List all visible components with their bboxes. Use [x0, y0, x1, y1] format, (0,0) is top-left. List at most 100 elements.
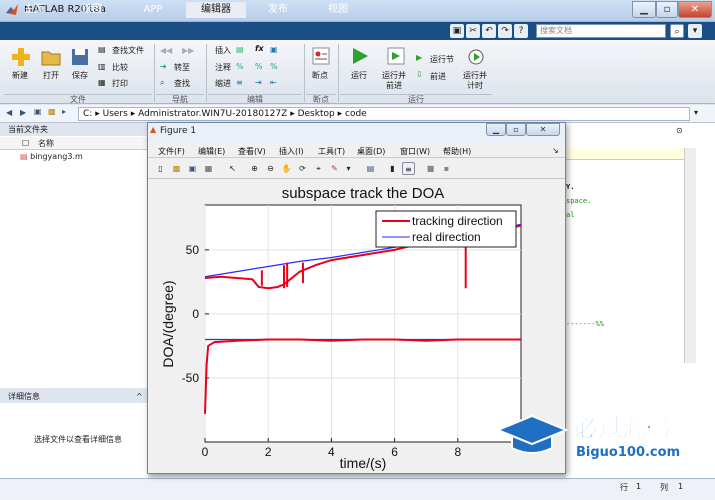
code-line[interactable]: al	[566, 211, 574, 219]
options-icon[interactable]: ▾	[688, 24, 702, 38]
run-section-icon[interactable]: ▶	[416, 53, 422, 62]
rotate-icon[interactable]: ⟳	[296, 162, 309, 175]
tab-apps[interactable]: APP	[124, 2, 182, 18]
tab-home[interactable]: 主页	[8, 2, 60, 18]
figure-maximize-button[interactable]: ▫	[506, 123, 526, 136]
comment-icon[interactable]: %	[236, 62, 244, 71]
forward-icon[interactable]: ▶	[20, 108, 26, 117]
forward-nav-icon[interactable]: ▶▶	[182, 46, 194, 55]
save-figure-icon[interactable]: ▣	[186, 162, 199, 175]
figure-menu-desktop[interactable]: 桌面(D)	[357, 146, 385, 157]
comment-button[interactable]: 注释	[215, 62, 231, 73]
code-line[interactable]: space.	[566, 197, 591, 205]
new-icon[interactable]	[10, 46, 32, 68]
up-folder-icon[interactable]: ▣	[34, 107, 42, 116]
hide-tools-icon[interactable]: ■	[424, 162, 437, 175]
code-line[interactable]: -------%%	[566, 320, 604, 328]
insert-icon[interactable]: ▤	[236, 45, 244, 54]
pan-icon[interactable]: ✋	[280, 162, 293, 175]
figure-menu-insert[interactable]: 插入(I)	[279, 146, 304, 157]
compare-button[interactable]: 比较	[112, 62, 128, 73]
help-icon[interactable]: ?	[514, 24, 528, 38]
figure-menu-window[interactable]: 窗口(W)	[400, 146, 430, 157]
run-advance-label-2[interactable]: 前进	[386, 80, 402, 91]
open-folder-icon[interactable]	[40, 46, 62, 68]
panel-options-icon[interactable]: ⊙	[676, 126, 683, 135]
close-button[interactable]: ✕	[678, 1, 712, 18]
wrap-comment-icon[interactable]: %	[270, 62, 278, 71]
path-segment[interactable]: C:	[83, 109, 92, 119]
expand-icon[interactable]: ^	[136, 392, 143, 401]
print-icon[interactable]: ▦	[98, 78, 106, 87]
back-icon[interactable]: ◀	[6, 108, 12, 117]
fx-icon[interactable]: fx	[255, 44, 264, 53]
legend-icon[interactable]: ≡	[402, 162, 415, 175]
new-button[interactable]: 新建	[12, 70, 28, 81]
advance-icon[interactable]: ⇩	[416, 70, 423, 79]
legend[interactable]: tracking direction real direction	[375, 210, 517, 248]
insert-button[interactable]: 插入	[215, 45, 231, 56]
goto-icon[interactable]: ➜	[160, 62, 167, 71]
redo-icon[interactable]: ↷	[498, 24, 512, 38]
open-button[interactable]: 打开	[43, 70, 59, 81]
advance-button[interactable]: 前进	[430, 71, 446, 82]
find-files-icon[interactable]: ▤	[98, 45, 106, 54]
tab-plots[interactable]: 绘图	[64, 2, 120, 18]
cut-icon[interactable]: ✂	[466, 24, 480, 38]
open-file-icon[interactable]: ▩	[170, 162, 183, 175]
minimize-button[interactable]: ▁	[632, 1, 656, 18]
path-dropdown-icon[interactable]: ▾	[694, 108, 698, 117]
find-button[interactable]: 查找	[174, 78, 190, 89]
breakpoints-icon[interactable]	[311, 46, 331, 66]
indent-button[interactable]: 缩进	[215, 78, 231, 89]
run-time-label-2[interactable]: 计时	[467, 80, 483, 91]
figure-menu-file[interactable]: 文件(F)	[158, 146, 185, 157]
tab-publish[interactable]: 发布	[250, 2, 306, 18]
print-button[interactable]: 打印	[112, 78, 128, 89]
figure-close-button[interactable]: ✕	[526, 123, 560, 136]
figure-menu-edit[interactable]: 编辑(E)	[198, 146, 225, 157]
search-icon[interactable]: ⌕	[670, 24, 684, 38]
path-segment[interactable]: Desktop	[298, 109, 335, 119]
path-segment[interactable]: Administrator.WIN7U-20180127Z	[138, 109, 287, 119]
uncomment-icon[interactable]: %	[255, 62, 263, 71]
back-nav-icon[interactable]: ◀◀	[160, 46, 172, 55]
save-icon[interactable]	[69, 46, 91, 68]
file-list-item[interactable]: ▤ bingyang3.m	[20, 152, 83, 161]
browse-folder-icon[interactable]: ▩	[48, 107, 56, 116]
current-folder-path[interactable]: C: ▸ Users ▸ Administrator.WIN7U-2018012…	[78, 107, 690, 121]
new-figure-icon[interactable]: ▯	[154, 162, 167, 175]
folder-icon[interactable]: ▸	[62, 107, 66, 116]
path-segment[interactable]: code	[345, 109, 367, 119]
goto-button[interactable]: 转至	[174, 62, 190, 73]
zoom-out-icon[interactable]: ⊖	[264, 162, 277, 175]
outdent-icon[interactable]: ⇤	[270, 78, 277, 87]
show-tools-icon[interactable]: ▪	[440, 162, 453, 175]
tab-view[interactable]: 视图	[310, 2, 366, 18]
undo-icon[interactable]: ↶	[482, 24, 496, 38]
figure-menu-tools[interactable]: 工具(T)	[318, 146, 345, 157]
format-icon[interactable]: ▣	[270, 45, 278, 54]
figure-minimize-button[interactable]: ▁	[486, 123, 506, 136]
dock-arrow-icon[interactable]: ↘	[552, 146, 559, 155]
path-segment[interactable]: Users	[103, 109, 128, 119]
brush-dropdown-icon[interactable]: ▾	[342, 162, 355, 175]
checkbox-icon[interactable]: ☐	[22, 139, 29, 148]
brush-icon[interactable]: ✎	[328, 162, 341, 175]
run-button[interactable]: 运行	[351, 70, 367, 81]
edit-plot-icon[interactable]: ↖	[226, 162, 239, 175]
data-cursor-icon[interactable]: ⌖	[312, 162, 325, 175]
code-line[interactable]: Y.	[566, 183, 574, 191]
print-figure-icon[interactable]: ▦	[202, 162, 215, 175]
save-quick-icon[interactable]: ▣	[450, 24, 464, 38]
maximize-button[interactable]: ▫	[656, 1, 678, 18]
find-files-button[interactable]: 查找文件	[112, 45, 144, 56]
compare-icon[interactable]: ▥	[98, 62, 106, 71]
run-advance-icon[interactable]	[386, 46, 406, 66]
smart-indent-icon[interactable]: ≡	[236, 78, 243, 87]
colorbar-icon[interactable]: ▮	[386, 162, 399, 175]
breakpoints-button[interactable]: 断点	[312, 70, 328, 81]
search-input[interactable]: 搜索文档	[536, 24, 666, 38]
editor-scrollbar[interactable]	[684, 148, 696, 363]
run-icon[interactable]	[350, 46, 370, 66]
